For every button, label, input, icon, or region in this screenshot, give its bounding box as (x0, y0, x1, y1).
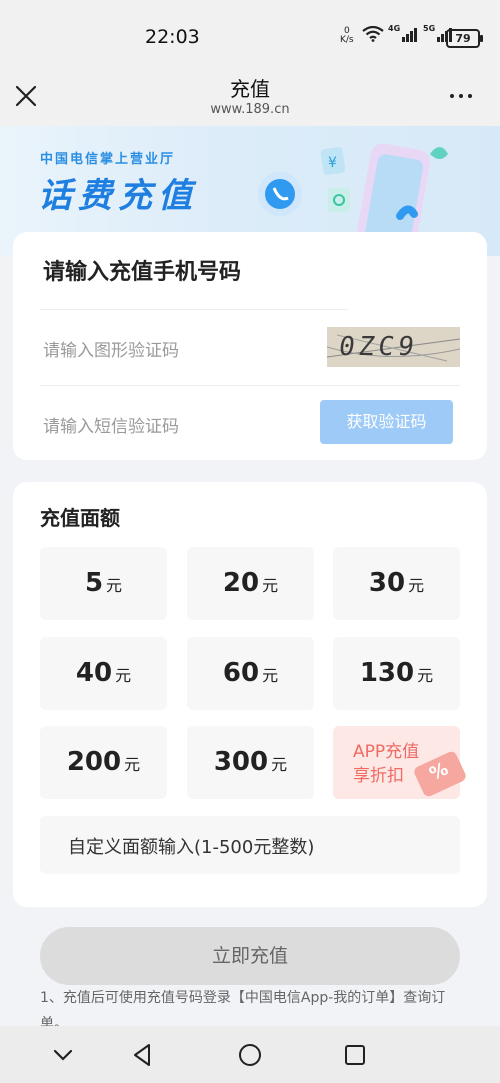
signal-4g-icon: 4G (388, 24, 417, 42)
recharge-now-button[interactable]: 立即充值 (40, 927, 460, 985)
status-time: 22:03 (145, 26, 200, 48)
custom-amount-input[interactable]: 自定义面额输入(1-500元整数) (40, 816, 460, 874)
amount-option-60[interactable]: 60 元 (187, 637, 314, 710)
system-nav-bar (0, 1026, 500, 1083)
chevron-down-icon[interactable] (50, 1042, 76, 1068)
svg-text:¥: ¥ (328, 155, 337, 171)
amount-option-130[interactable]: 130 元 (333, 637, 460, 710)
amount-card: 充值面额 5元 20 元 30 元 40 元 60 元 130 元 200 元 300 元 A… (13, 482, 487, 907)
back-triangle-icon[interactable] (130, 1042, 156, 1068)
page-header: 充值 www.189.cn (0, 70, 500, 126)
amount-option-40[interactable]: 40 元 (40, 637, 167, 710)
page-url: www.189.cn (210, 102, 290, 117)
recents-square-icon[interactable] (342, 1042, 368, 1068)
banner-title: 话费充值 (38, 176, 198, 216)
amount-section-title: 充值面额 (40, 506, 120, 530)
divider (40, 385, 460, 386)
home-circle-icon[interactable] (237, 1042, 263, 1068)
amount-option-200[interactable]: 200 元 (40, 726, 167, 799)
page-title: 充值 (230, 77, 270, 101)
promo-line-1: APP充值 (353, 742, 420, 762)
promo-line-2: 享折扣 (353, 766, 404, 786)
captcha-text: 0ZC9 (336, 332, 420, 362)
captcha-image[interactable]: 0ZC9 (327, 327, 460, 367)
phone-number-input[interactable]: 请输入充值手机号码 (43, 254, 241, 286)
net-speed: 0 K/s (340, 26, 354, 45)
banner-subtitle: 中国电信掌上营业厅 (40, 152, 176, 167)
battery-icon: 79 (446, 29, 483, 48)
sms-code-input[interactable]: 请输入短信验证码 (43, 412, 179, 437)
status-bar: 22:03 0 K/s 4G 5G 79 (0, 0, 500, 70)
amount-option-5[interactable]: 5元 (40, 547, 167, 620)
captcha-input[interactable]: 请输入图形验证码 (43, 336, 179, 361)
app-discount-promo[interactable]: APP充值 享折扣 % (333, 726, 468, 799)
divider (40, 309, 348, 310)
discount-tag-icon: % (412, 749, 468, 799)
phone-input-card: 请输入充值手机号码 请输入图形验证码 0ZC9 请输入短信验证码 获取验证码 (13, 232, 487, 460)
wifi-icon (362, 26, 384, 42)
get-sms-code-button[interactable]: 获取验证码 (320, 400, 453, 444)
amount-option-30[interactable]: 30 元 (333, 547, 460, 620)
status-icons: 4G 5G (362, 24, 452, 42)
more-menu-icon[interactable] (450, 94, 472, 98)
amount-option-300[interactable]: 300 元 (187, 726, 314, 799)
amount-option-20[interactable]: 20 元 (187, 547, 314, 620)
